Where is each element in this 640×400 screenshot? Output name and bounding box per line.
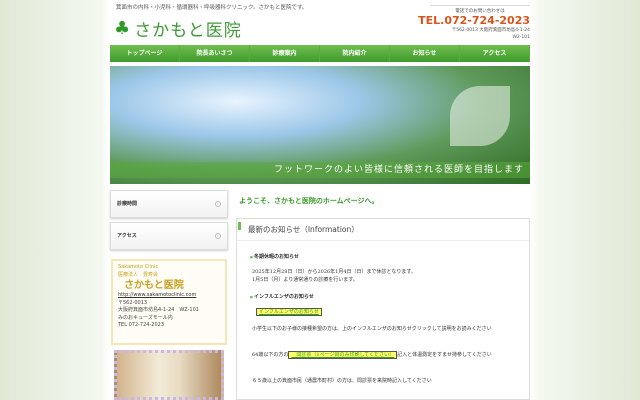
notice-text: 小学生以下のお子様の接種希望の方は、上のインフルエンザのお知らせクリックして説明… [252, 326, 492, 332]
clinic-name: さかもと医院 [124, 280, 184, 291]
notice-title: インフルエンザのお知らせ [250, 293, 524, 301]
sidebar-item-label: 診療時間 [117, 201, 138, 207]
banner-caption: フットワークのよい皆様に信頼される医師を目指します [110, 162, 530, 178]
clinic-url-link[interactable]: http://www.sakamotoclinic.com [118, 292, 220, 300]
nav-access[interactable]: アクセス [460, 45, 530, 62]
main-nav: トップページ 院長あいさつ 診療案内 院内紹介 お知らせ アクセス [110, 45, 530, 62]
info-panel: 最新のお知らせ（Information） 冬期休暇のお知らせ 2025年12月2… [236, 218, 530, 400]
clinic-zip: 〒562-0013 [118, 299, 148, 306]
notice-title: 冬期休暇のお知らせ [250, 253, 524, 261]
site-logo[interactable]: ♣ さかもと医院 [114, 16, 242, 41]
arrow-icon: › [215, 201, 221, 207]
notice-text: 1月5日（月）より通常通りの診療を行います。 [252, 277, 358, 283]
notice-text: 64歳以下の方の 問診票（1ページ目のみ印刷してください） 記入と体温測定をすませ… [252, 351, 522, 359]
hero-banner: フットワークのよい皆様に信頼される医師を目指します [110, 66, 530, 184]
contact-info: 電話でのお問い合わせは TEL.072-724-2023 〒562-0013 大… [390, 5, 530, 41]
clinic-address: 大阪府箕面市坊島4-1-24 WZ-101 [118, 307, 199, 313]
arrow-icon: › [215, 233, 221, 239]
nav-services[interactable]: 診療案内 [250, 45, 320, 62]
nav-greeting[interactable]: 院長あいさつ [180, 45, 250, 62]
contact-label: 電話でのお問い合わせは [430, 5, 530, 14]
influenza-link[interactable]: インフルエンザのお知らせ [256, 308, 322, 316]
text: 64歳以下の方の [252, 352, 289, 358]
clover-icon: ♣ [114, 17, 131, 39]
clinic-info-box: Sakamoto Clinic 医療法人 豊寿会 さかもと医院 http://w… [111, 259, 227, 345]
clinic-name-en: Sakamoto Clinic [118, 264, 159, 270]
sidebar-item-hours[interactable]: 診療時間 › [110, 190, 228, 218]
nav-facility[interactable]: 院内紹介 [320, 45, 390, 62]
notice-text: ６５歳以上の箕面市民（通農市町村）の方は、問診票を来院時記入してください [252, 378, 432, 384]
sidebar-item-access[interactable]: アクセス › [110, 222, 228, 250]
phone-number: TEL.072-724-2023 [418, 14, 530, 27]
logo-text: さかもと医院 [134, 21, 242, 41]
nav-top[interactable]: トップページ [110, 45, 180, 62]
address-line: W2-101 [512, 35, 530, 40]
notice-text: 2025年12月28日（日）から2026年1月4日（日）まで休診となります。 [252, 269, 416, 275]
questionnaire-link[interactable]: 問診票（1ページ目のみ印刷してください） [288, 351, 398, 359]
sidebar-item-label: アクセス [117, 233, 137, 239]
welcome-heading: ようこそ、さかもと医院のホームページへ。 [239, 197, 379, 205]
clinic-corp: 医療法人 豊寿会 [118, 271, 159, 278]
leaf-decoration [450, 86, 510, 146]
clinic-photo [114, 350, 224, 400]
clinic-tel: TEL 072-724-2023 [118, 322, 165, 328]
text: 記入と体温測定をすませ持参してください [397, 352, 492, 358]
nav-news[interactable]: お知らせ [390, 45, 460, 62]
clinic-building: みのおキューズモール内 [118, 314, 173, 321]
info-title: 最新のお知らせ（Information） [237, 219, 529, 241]
address-line: 〒562-0013 大阪府箕面市坊島4-1-24 [451, 28, 530, 33]
site-tagline: 箕面市の内科・小児科・循環器科・呼吸器科クリニック。さかもと医院です。 [116, 5, 308, 11]
